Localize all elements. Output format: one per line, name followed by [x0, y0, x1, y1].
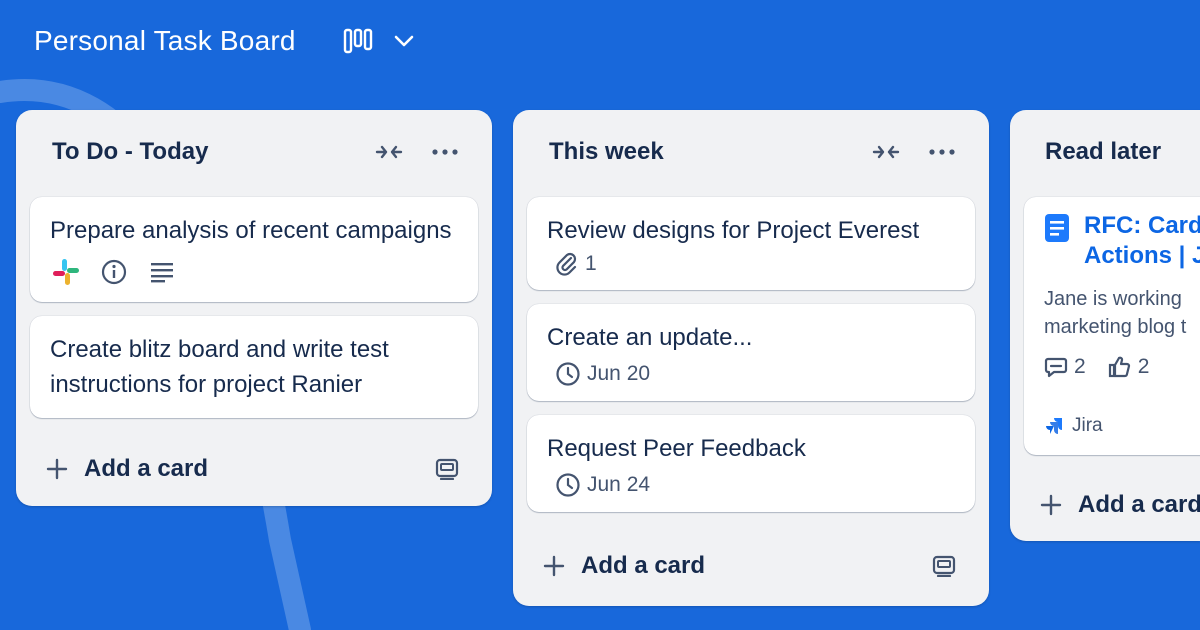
card[interactable]: Request Peer Feedback Jun 24: [527, 415, 975, 512]
collapse-list-icon[interactable]: [867, 133, 905, 171]
list-header: This week: [513, 110, 989, 194]
link-card[interactable]: RFC: Card Actions | J Jane is working ma…: [1024, 197, 1200, 455]
attachment-badge: 1: [555, 252, 597, 276]
list-title[interactable]: Read later: [1045, 138, 1161, 166]
card[interactable]: Review designs for Project Everest 1: [527, 197, 975, 290]
card-title: Prepare analysis of recent campaigns: [50, 217, 452, 244]
link-card-description: Jane is working marketing blog t: [1044, 288, 1187, 338]
list-read-later: Read later RFC: Card Actions | J Jane is…: [1010, 110, 1200, 541]
info-icon: [98, 256, 130, 288]
slack-icon: [50, 256, 82, 288]
list-header: Read later: [1010, 110, 1200, 194]
clock-icon: [556, 362, 580, 386]
card[interactable]: Prepare analysis of recent campaigns: [30, 197, 478, 302]
comment-count: 2: [1074, 355, 1086, 378]
due-date-badge: Jun 20: [555, 361, 650, 387]
link-card-title: RFC: Card Actions | J: [1084, 212, 1200, 269]
add-card-button[interactable]: Add a card: [1040, 491, 1200, 519]
list-title[interactable]: To Do - Today: [52, 138, 208, 166]
list-to-do-today: To Do - Today Prepare analysis of recent…: [16, 110, 492, 506]
card[interactable]: Create an update... Jun 20: [527, 304, 975, 401]
chevron-down-icon[interactable]: [386, 23, 422, 59]
card-title: Create blitz board and write test instru…: [50, 336, 389, 398]
clock-icon: [556, 473, 580, 497]
card[interactable]: Create blitz board and write test instru…: [30, 316, 478, 418]
collapse-list-icon[interactable]: [370, 133, 408, 171]
card-title: Request Peer Feedback: [547, 435, 806, 462]
due-date: Jun 20: [587, 362, 651, 385]
more-options-icon[interactable]: [426, 133, 464, 171]
link-source: Jira: [1044, 415, 1200, 437]
add-card-label: Add a card: [1078, 491, 1200, 518]
board-title[interactable]: Personal Task Board: [34, 25, 296, 57]
board-view-icon[interactable]: [340, 23, 376, 59]
plus-icon: [543, 555, 565, 577]
list-header: To Do - Today: [16, 110, 492, 194]
plus-icon: [46, 458, 68, 480]
list-this-week: This week Review designs for Project Eve…: [513, 110, 989, 606]
board-header: Personal Task Board: [0, 0, 1200, 82]
jira-icon: [1046, 418, 1062, 434]
card-template-icon[interactable]: [927, 549, 961, 583]
due-date-badge: Jun 24: [555, 472, 650, 498]
card-title: Review designs for Project Everest: [547, 217, 920, 244]
card-title: Create an update...: [547, 324, 753, 351]
add-card-button[interactable]: Add a card: [543, 552, 705, 580]
thumbs-up-icon: [1108, 356, 1130, 378]
document-icon: [1045, 214, 1069, 242]
add-card-label: Add a card: [84, 455, 209, 482]
due-date: Jun 24: [587, 473, 651, 496]
description-icon: [146, 256, 178, 288]
card-template-icon[interactable]: [430, 452, 464, 486]
plus-icon: [1040, 494, 1062, 516]
comment-icon: [1044, 357, 1068, 378]
attachment-count: 1: [585, 252, 597, 275]
likes-badge: 2: [1108, 355, 1150, 379]
add-card-button[interactable]: Add a card: [46, 455, 208, 483]
add-card-label: Add a card: [581, 552, 706, 579]
comments-badge: 2: [1044, 355, 1086, 379]
paperclip-icon: [556, 252, 577, 276]
like-count: 2: [1137, 355, 1150, 378]
source-name: Jira: [1072, 415, 1103, 436]
list-title[interactable]: This week: [549, 138, 664, 166]
more-options-icon[interactable]: [923, 133, 961, 171]
